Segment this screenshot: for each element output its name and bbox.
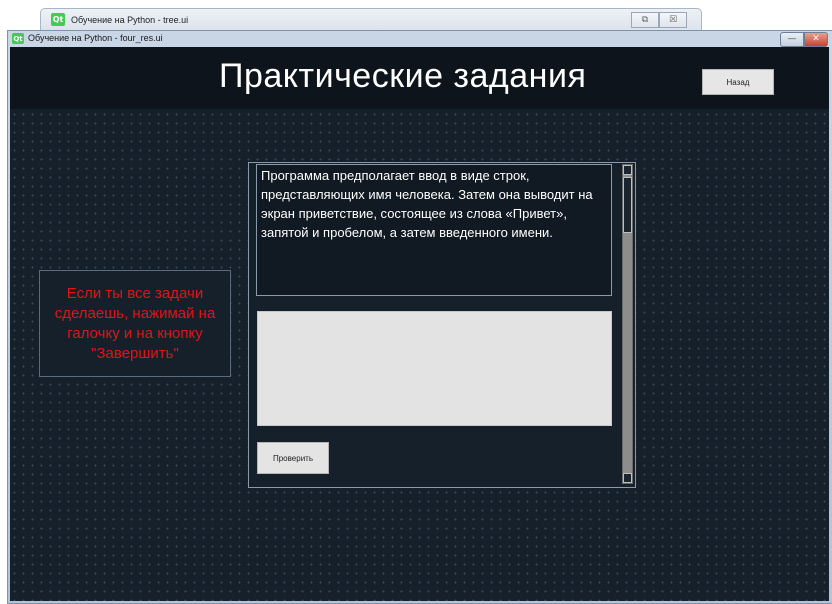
restore-icon[interactable]: ⧉ xyxy=(631,12,659,28)
scroll-down-arrow-icon[interactable] xyxy=(623,473,632,483)
back-button[interactable]: Назад xyxy=(702,69,774,95)
close-button[interactable]: ✕ xyxy=(804,32,828,47)
window-titlebar[interactable]: Qt Обучение на Python - four_res.ui — ✕ xyxy=(8,31,832,47)
panel-scrollbar[interactable] xyxy=(622,164,633,484)
minimize-button[interactable]: — xyxy=(780,32,804,47)
qt-logo-icon: Qt xyxy=(51,13,65,26)
page-title: Практические задания xyxy=(219,57,587,95)
task-panel[interactable]: Программа предполагает ввод в виде строк… xyxy=(248,162,636,488)
answer-input[interactable] xyxy=(257,311,612,426)
main-window: Qt Обучение на Python - four_res.ui — ✕ … xyxy=(7,30,832,604)
window-title: Обучение на Python - four_res.ui xyxy=(28,33,163,43)
background-window-titlebar: Qt Обучение на Python - tree.ui xyxy=(51,13,188,26)
background-window-controls: ⧉ ☒ xyxy=(631,12,687,28)
window-controls: — ✕ xyxy=(780,32,828,47)
close-icon[interactable]: ☒ xyxy=(659,12,687,28)
header-bar: Практические задания Назад xyxy=(10,47,829,109)
scrollbar-thumb[interactable] xyxy=(623,177,632,233)
task-description: Программа предполагает ввод в виде строк… xyxy=(256,164,612,296)
hint-box: Если ты все задачи сделаешь, нажимай на … xyxy=(39,270,231,377)
hint-text: Если ты все задачи сделаешь, нажимай на … xyxy=(54,284,216,362)
qt-logo-icon: Qt xyxy=(12,33,24,44)
background-window-title: Обучение на Python - tree.ui xyxy=(71,14,189,25)
scroll-up-arrow-icon[interactable] xyxy=(623,165,632,175)
check-button[interactable]: Проверить xyxy=(257,442,329,474)
client-area: Практические задания Назад Если ты все з… xyxy=(10,47,829,601)
